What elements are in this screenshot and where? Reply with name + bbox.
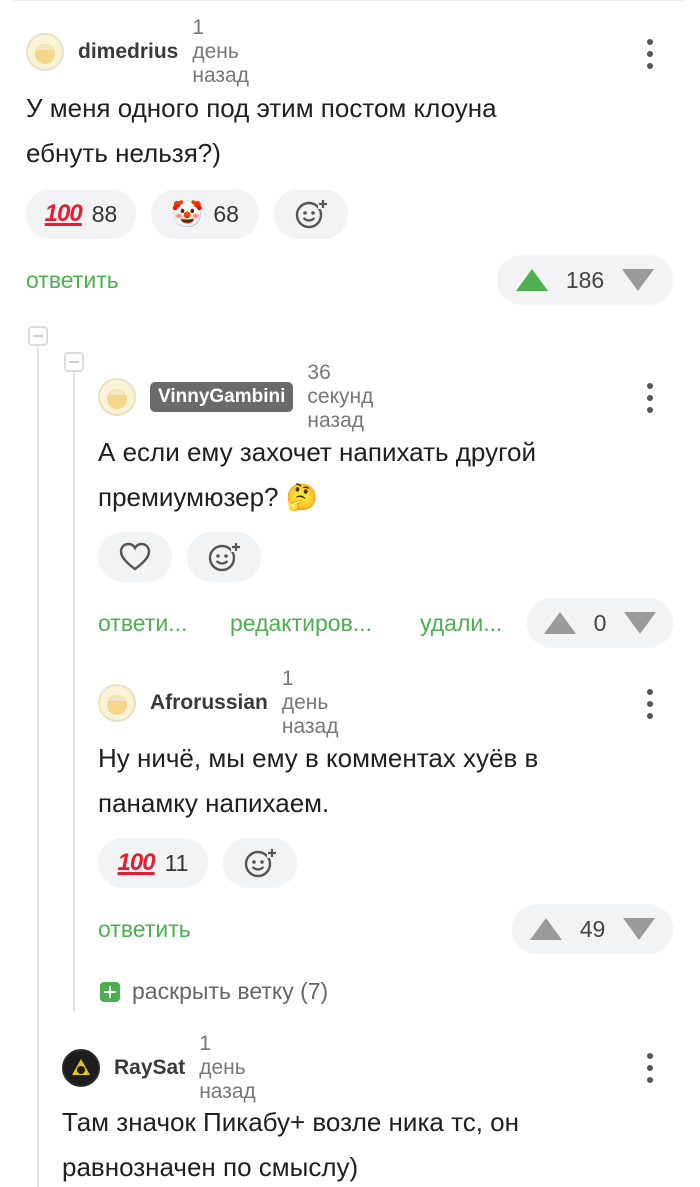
comment-text: Ну ничё, мы ему в комментах хуёв в панам… (98, 743, 539, 818)
author-nick[interactable]: RaySat (114, 1056, 185, 1080)
add-reaction-button[interactable] (274, 189, 348, 239)
comment-time: 36 секунд назад (307, 361, 374, 432)
reaction-hundred[interactable]: 100 11 (98, 838, 208, 888)
avatar-image (107, 389, 127, 409)
heart-icon (119, 542, 151, 571)
hundred-points-icon: 100 (44, 200, 83, 227)
rating-value: 0 (593, 609, 607, 636)
upvote-icon[interactable] (543, 612, 576, 634)
reaction-count: 88 (91, 200, 118, 227)
add-reaction-button[interactable] (187, 532, 261, 582)
reaction-count: 68 (213, 200, 239, 227)
add-reaction-button[interactable] (223, 838, 297, 888)
author-nick[interactable]: dimedrius (78, 40, 178, 64)
more-options-icon[interactable] (646, 688, 654, 720)
downvote-icon[interactable] (624, 612, 657, 634)
thread-line-level2 (73, 372, 75, 1012)
add-reaction-icon (208, 542, 241, 572)
rating-widget: 0 (527, 598, 673, 648)
avatar[interactable] (26, 33, 64, 71)
edit-button[interactable]: редактиров... (230, 610, 372, 637)
reaction-hundred[interactable]: 100 88 (26, 189, 136, 239)
comment-header: dimedrius 1 день назад (26, 16, 249, 87)
rating-value: 186 (565, 266, 605, 293)
collapse-subthread-toggle[interactable] (64, 352, 84, 372)
rating-widget: 186 (497, 255, 673, 305)
rating-value: 49 (579, 915, 606, 942)
plus-icon (100, 981, 120, 1002)
like-button[interactable] (98, 532, 172, 582)
more-options-icon[interactable] (646, 382, 654, 414)
delete-button[interactable]: удали... (420, 610, 502, 637)
comment-header: Afrorussian 1 день назад (98, 667, 338, 738)
expand-thread-label: раскрыть ветку (7) (132, 978, 329, 1004)
comment-text: У меня одного под этим постом клоуна ебн… (26, 93, 497, 168)
avatar-image (107, 695, 127, 715)
reaction-clown[interactable]: 🤡 68 (151, 189, 259, 239)
upvote-icon[interactable] (529, 918, 562, 940)
author-nick[interactable]: Afrorussian (150, 691, 268, 715)
reply-button[interactable]: ответить (26, 267, 119, 294)
upvote-icon[interactable] (515, 269, 548, 291)
more-options-icon[interactable] (646, 38, 654, 70)
thread-line-level1 (37, 346, 39, 1187)
author-nick[interactable]: VinnyGambini (150, 382, 294, 412)
comment-header: VinnyGambini 36 секунд назад (98, 361, 373, 432)
add-reaction-icon (295, 199, 328, 229)
top-divider (14, 0, 686, 3)
avatar-image (67, 1054, 95, 1082)
comment-header: RaySat 1 день назад (62, 1032, 256, 1103)
reply-button[interactable]: ответи... (98, 610, 187, 637)
avatar-image (35, 44, 55, 64)
rating-widget: 49 (512, 904, 673, 954)
hundred-points-icon: 100 (117, 849, 156, 876)
comment-time: 1 день назад (281, 667, 339, 738)
add-reaction-icon (244, 848, 277, 878)
comment-time: 1 день назад (199, 1032, 256, 1103)
reply-button[interactable]: ответить (98, 916, 191, 943)
downvote-icon[interactable] (623, 918, 656, 940)
avatar[interactable] (98, 378, 136, 416)
clown-face-icon: 🤡 (171, 199, 204, 229)
comment-text: А если ему захочет напихать другой преми… (98, 437, 536, 512)
avatar[interactable] (98, 684, 136, 722)
comment-time: 1 день назад (192, 16, 249, 87)
avatar[interactable] (62, 1049, 100, 1087)
expand-thread-button[interactable]: раскрыть ветку (7) (100, 978, 328, 1005)
reaction-count: 11 (164, 849, 189, 876)
downvote-icon[interactable] (622, 269, 655, 291)
comment-text: Там значок Пикабу+ возле ника тс, он рав… (62, 1107, 519, 1182)
more-options-icon[interactable] (646, 1052, 654, 1084)
collapse-thread-toggle[interactable] (28, 326, 48, 346)
